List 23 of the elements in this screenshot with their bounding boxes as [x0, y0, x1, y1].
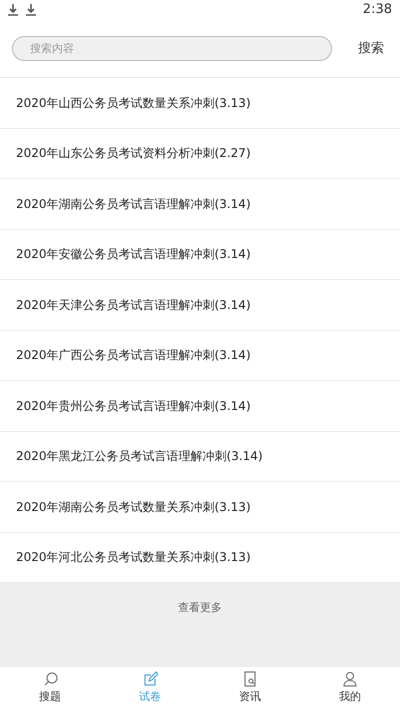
load-more-link[interactable]: 查看更多 [178, 600, 222, 616]
search-button[interactable]: 搜索 [358, 38, 384, 58]
paper-title[interactable]: 2020年贵州公务员考试言语理解冲刺(3.14) [16, 396, 251, 415]
paper-title[interactable]: 2020年湖南公务员考试言语理解冲刺(3.14) [16, 194, 251, 213]
download-icon [26, 4, 36, 16]
paper-title[interactable]: 2020年广西公务员考试言语理解冲刺(3.14) [16, 346, 251, 364]
paper-title[interactable]: 2020年山西公务员考试数量关系冲刺(3.13) [16, 94, 251, 112]
paper-title[interactable]: 2020年黑龙江公务员考试言语理解冲刺(3.14) [16, 447, 263, 466]
nav-tab[interactable]: 资讯 [200, 667, 300, 710]
paper-title[interactable]: 2020年天津公务员考试言语理解冲刺(3.14) [16, 296, 251, 314]
edit-icon [142, 671, 158, 688]
download-icon [8, 4, 18, 16]
paper-title[interactable]: 2020年河北公务员考试数量关系冲刺(3.13) [16, 548, 251, 566]
paper-title[interactable]: 2020年湖南公务员考试数量关系冲刺(3.13) [16, 498, 251, 516]
search-icon [42, 671, 58, 688]
person-icon [342, 671, 358, 688]
search-field[interactable]: 搜索内容 [12, 36, 332, 61]
nav-tab[interactable]: 搜题 [0, 667, 100, 710]
paper-title[interactable]: 2020年山东公务员考试资料分析冲刺(2.27) [16, 144, 251, 162]
status-time: 2:38 [362, 1, 392, 20]
document-icon [242, 671, 258, 688]
nav-tab[interactable]: 我的 [300, 667, 400, 710]
paper-title[interactable]: 2020年安徽公务员考试言语理解冲刺(3.14) [16, 245, 251, 264]
